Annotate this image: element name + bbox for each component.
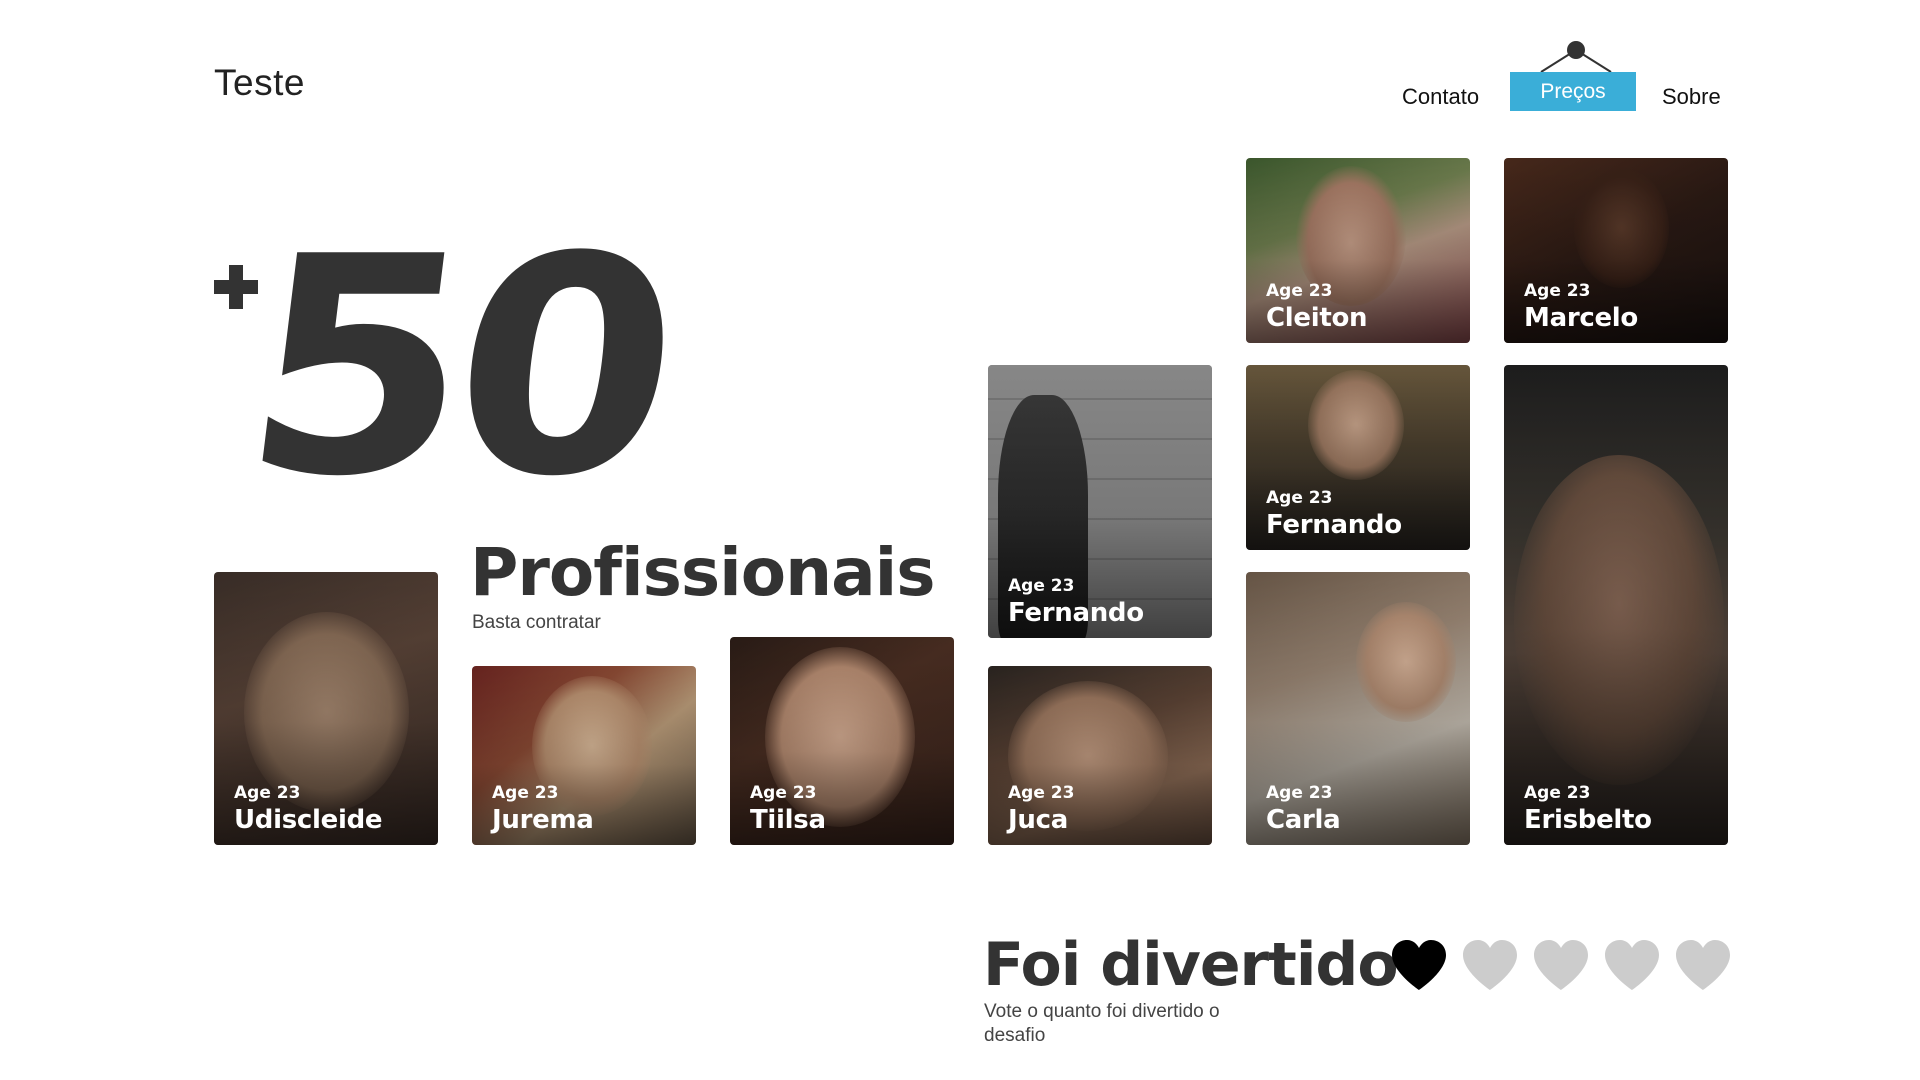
profile-card-juca[interactable]: Age 23 Juca <box>988 666 1212 845</box>
card-overlay <box>1504 365 1728 845</box>
card-age: Age 23 <box>750 783 817 803</box>
card-name: Cleiton <box>1266 303 1368 333</box>
card-name: Carla <box>1266 805 1341 835</box>
hanger-icon <box>1540 41 1612 73</box>
card-name: Marcelo <box>1524 303 1638 333</box>
hero-subtitle: Basta contratar <box>472 612 601 633</box>
card-age: Age 23 <box>1266 783 1333 803</box>
card-name: Juca <box>1008 805 1068 835</box>
rating-subtitle: Vote o quanto foi divertido o desafio <box>984 1001 1220 1046</box>
card-name: Tiilsa <box>750 805 826 835</box>
card-age: Age 23 <box>1008 783 1075 803</box>
heart-icon[interactable] <box>1461 938 1519 992</box>
heart-icon[interactable] <box>1603 938 1661 992</box>
card-name: Fernando <box>1008 598 1144 628</box>
card-age: Age 23 <box>1524 281 1591 301</box>
card-name: Udiscleide <box>234 805 383 835</box>
card-age: Age 23 <box>234 783 301 803</box>
rating-title: Foi divertido <box>983 930 1399 1000</box>
profile-card-jurema[interactable]: Age 23 Jurema <box>472 666 696 845</box>
profile-card-marcelo[interactable]: Age 23 Marcelo <box>1504 158 1728 343</box>
nav-contato-link[interactable]: Contato <box>1402 84 1479 110</box>
card-name: Erisbelto <box>1524 805 1652 835</box>
heart-icon[interactable] <box>1532 938 1590 992</box>
profile-card-fernando-wall[interactable]: Age 23 Fernando <box>988 365 1212 638</box>
plus-icon <box>214 265 258 309</box>
card-age: Age 23 <box>1266 488 1333 508</box>
profile-card-erisbelto[interactable]: Age 23 Erisbelto <box>1504 365 1728 845</box>
profile-card-cleiton[interactable]: Age 23 Cleiton <box>1246 158 1470 343</box>
nav-precos-button[interactable]: Preços <box>1510 72 1636 111</box>
heart-icon[interactable] <box>1390 938 1448 992</box>
card-age: Age 23 <box>1524 783 1591 803</box>
card-age: Age 23 <box>1008 576 1075 596</box>
card-age: Age 23 <box>1266 281 1333 301</box>
heart-icon[interactable] <box>1674 938 1732 992</box>
hero-title: Profissionais <box>470 534 936 611</box>
nav-sobre-link[interactable]: Sobre <box>1662 84 1721 110</box>
card-name: Jurema <box>492 805 594 835</box>
hero-number: 50 <box>228 193 685 542</box>
profile-card-carla[interactable]: Age 23 Carla <box>1246 572 1470 845</box>
profile-card-fernando[interactable]: Age 23 Fernando <box>1246 365 1470 550</box>
page: Teste Contato Preços Sobre 50 Profission… <box>0 0 1920 1080</box>
profile-card-tiilsa[interactable]: Age 23 Tiilsa <box>730 637 954 845</box>
card-age: Age 23 <box>492 783 559 803</box>
brand-logo[interactable]: Teste <box>214 62 305 104</box>
profile-card-udiscleide[interactable]: Age 23 Udiscleide <box>214 572 438 845</box>
card-name: Fernando <box>1266 510 1402 540</box>
